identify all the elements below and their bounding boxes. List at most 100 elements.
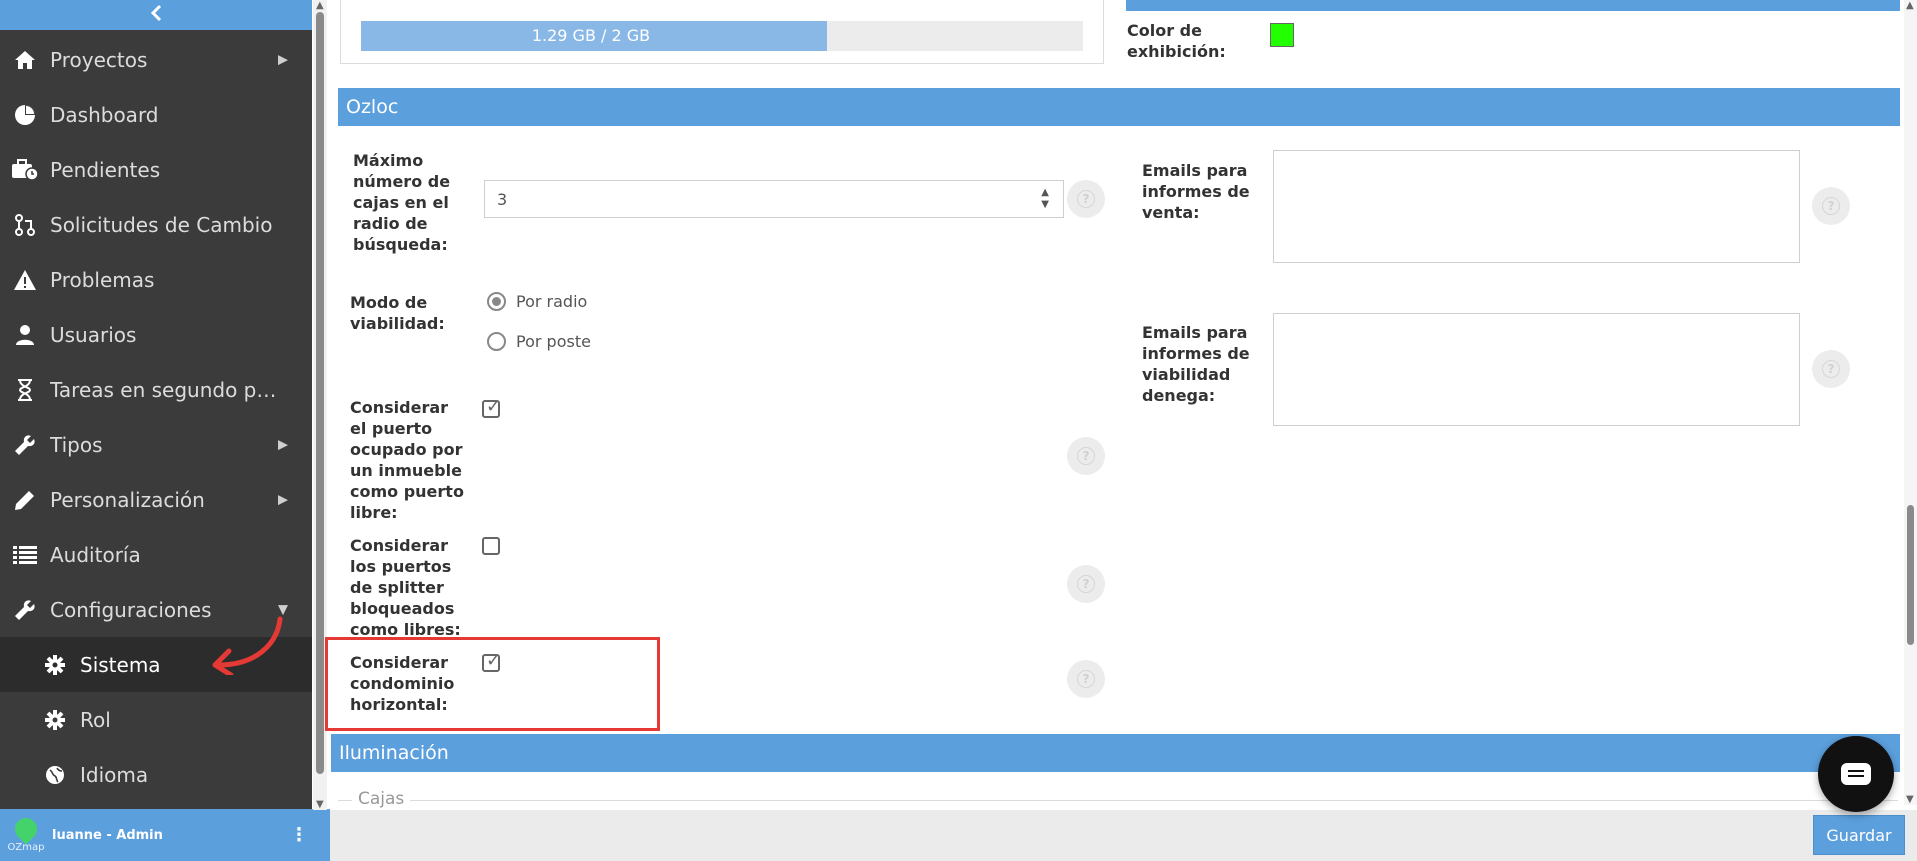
footer-bar: Guardar [330,810,1917,861]
user-bar: OZmap luanne - Admin ⋮ [0,809,330,861]
radio-selected-icon [487,292,506,311]
sidebar-item-label: Tareas en segundo pla... [50,377,280,402]
sales-emails-textarea[interactable] [1273,150,1800,263]
sidebar-item-label: Tipos [50,432,103,457]
help-icon[interactable]: ? [1067,565,1105,603]
section-title: Iluminación [339,742,449,764]
collapse-sidebar-button[interactable] [0,0,312,30]
warning-icon [0,269,50,291]
sidebar-item-label: Pendientes [50,157,161,182]
sidebar-item-dashboard[interactable]: Dashboard [0,87,312,142]
sidebar: Proyectos ▶ Dashboard Pendientes Solicit… [0,0,312,861]
chat-launcher-button[interactable] [1818,736,1894,812]
sidebar-item-label: Rol [80,707,111,732]
storage-text: 1.29 GB / 2 GB [531,26,651,45]
help-icon[interactable]: ? [1812,350,1850,388]
storage-progress: 1.29 GB / 2 GB [361,21,1083,51]
max-boxes-value: 3 [497,189,508,209]
display-color-label: Color de exhibición: [1127,21,1226,61]
globe-icon [30,765,80,785]
sidebar-item-tareas[interactable]: Tareas en segundo pla... [0,362,312,417]
git-pull-request-icon [0,213,50,236]
user-menu-icon[interactable]: ⋮ [290,825,308,846]
pie-chart-icon [0,104,50,126]
blocked-ports-checkbox[interactable] [482,537,500,555]
scroll-down-icon[interactable]: ▼ [316,799,324,810]
sidebar-item-pendientes[interactable]: Pendientes [0,142,312,197]
save-button[interactable]: Guardar [1813,815,1905,855]
sidebar-item-label: Dashboard [50,102,159,127]
sidebar-item-usuarios[interactable]: Usuarios [0,307,312,362]
occupied-port-checkbox[interactable] [482,396,501,418]
help-icon[interactable]: ? [1067,180,1105,218]
scrollbar-thumb[interactable] [316,12,324,774]
gear-icon [30,654,80,675]
scrollbar-thumb[interactable] [1907,505,1914,645]
denied-emails-label: Emails para informes de viabilidad deneg… [1142,323,1250,405]
max-boxes-label: Máximo número de cajas en el radio de bú… [353,151,451,254]
radio-unselected-icon [487,332,506,351]
denied-emails-textarea[interactable] [1273,313,1800,426]
help-icon[interactable]: ? [1067,437,1105,475]
sidebar-item-rol[interactable]: Rol [0,692,312,747]
sidebar-item-label: Problemas [50,267,155,292]
number-spinner-icon[interactable]: ▲ ▼ [1041,187,1049,211]
content-scrollbar[interactable]: ▲ ▼ [1904,0,1917,805]
chat-icon [1841,763,1871,785]
gear-icon [30,709,80,730]
list-icon [0,545,50,565]
section-header-bar [1126,0,1900,11]
scroll-down-icon[interactable]: ▼ [1906,794,1914,805]
viability-mode-label: Modo de viabilidad: [350,293,445,333]
sidebar-item-auditoria[interactable]: Auditoría [0,527,312,582]
sidebar-item-proyectos[interactable]: Proyectos ▶ [0,32,312,87]
wrench-icon [0,599,50,621]
section-ozloc-header: Ozloc [338,88,1900,126]
sidebar-item-label: Proyectos [50,47,148,72]
sidebar-item-label: Solicitudes de Cambio [50,212,273,237]
hourglass-icon [0,378,50,401]
pencil-icon [0,489,50,511]
sidebar-item-personalizacion[interactable]: Personalización ▶ [0,472,312,527]
sidebar-item-label: Idioma [80,762,149,787]
sidebar-item-problemas[interactable]: Problemas [0,252,312,307]
sidebar-nav: Proyectos ▶ Dashboard Pendientes Solicit… [0,32,312,802]
map-pin-icon [10,812,42,845]
section-title: Ozloc [346,96,399,118]
user-name: luanne - Admin [52,827,163,843]
radio-por-poste[interactable]: Por poste [487,332,591,351]
chevron-left-icon [149,3,163,27]
briefcase-clock-icon [0,158,50,181]
display-color-swatch[interactable] [1270,23,1294,47]
cajas-legend: Cajas [352,789,411,809]
user-icon [0,324,50,346]
caret-right-icon: ▶ [278,52,288,67]
annotation-highlight-box [325,637,660,731]
occupied-port-label: Considerar el puerto ocupado por un inmu… [350,398,464,522]
storage-panel: 1.29 GB / 2 GB [340,0,1104,64]
section-iluminacion-header: Iluminación [331,734,1900,772]
sidebar-item-label: Configuraciones [50,597,212,622]
sidebar-item-solicitudes[interactable]: Solicitudes de Cambio [0,197,312,252]
max-boxes-input[interactable]: 3 ▲ ▼ [484,180,1064,218]
blocked-ports-label: Considerar los puertos de splitter bloqu… [350,536,461,639]
wrench-icon [0,434,50,456]
radio-por-radio[interactable]: Por radio [487,292,587,311]
scroll-up-icon[interactable]: ▲ [316,0,324,11]
scroll-up-icon[interactable]: ▲ [1906,0,1914,11]
sidebar-item-label: Personalización [50,487,205,512]
caret-right-icon: ▶ [278,492,288,507]
sidebar-item-label: Auditoría [50,542,141,567]
help-icon[interactable]: ? [1812,187,1850,225]
sidebar-item-tipos[interactable]: Tipos ▶ [0,417,312,472]
sidebar-item-label: Sistema [80,652,161,677]
home-icon [0,50,50,70]
caret-right-icon: ▶ [278,437,288,452]
ozmap-logo: OZmap [0,809,52,861]
annotation-arrow [212,616,283,675]
sidebar-item-label: Usuarios [50,322,137,347]
sales-emails-label: Emails para informes de venta: [1142,161,1250,222]
help-icon[interactable]: ? [1067,660,1105,698]
sidebar-item-idioma[interactable]: Idioma [0,747,312,802]
cajas-fieldset: Cajas [338,789,1898,810]
